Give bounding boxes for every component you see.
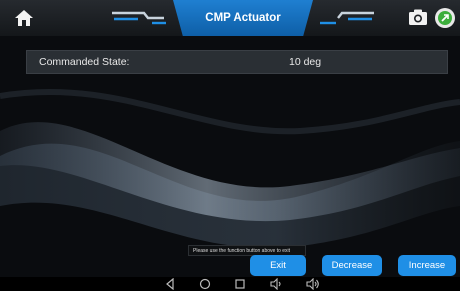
commanded-state-label: Commanded State: bbox=[39, 56, 130, 68]
back-icon[interactable] bbox=[164, 278, 176, 290]
screenshot-button[interactable] bbox=[408, 8, 428, 31]
top-bar: CMP Actuator bbox=[0, 0, 460, 37]
volume-down-icon[interactable] bbox=[270, 278, 284, 290]
home-icon bbox=[15, 10, 33, 26]
system-navigation-bar bbox=[0, 277, 460, 291]
header-decoration-left bbox=[112, 11, 166, 25]
commanded-state-value: 10 deg bbox=[289, 56, 322, 68]
exit-button[interactable]: Exit bbox=[250, 255, 306, 276]
header-decoration-right bbox=[320, 11, 374, 25]
main-panel: Commanded State: 10 deg Please use the f… bbox=[0, 36, 460, 277]
navigation-icon bbox=[438, 11, 452, 25]
increase-button[interactable]: Increase bbox=[398, 255, 456, 276]
data-row: Commanded State: 10 deg bbox=[26, 50, 448, 74]
navigation-button[interactable] bbox=[435, 8, 455, 28]
decrease-button[interactable]: Decrease bbox=[322, 255, 382, 276]
volume-up-icon[interactable] bbox=[306, 278, 320, 290]
recents-icon[interactable] bbox=[234, 278, 246, 290]
camera-icon bbox=[409, 9, 427, 25]
home-circle-icon[interactable] bbox=[199, 278, 211, 290]
home-button[interactable] bbox=[10, 4, 38, 32]
page-title: CMP Actuator bbox=[173, 0, 313, 36]
